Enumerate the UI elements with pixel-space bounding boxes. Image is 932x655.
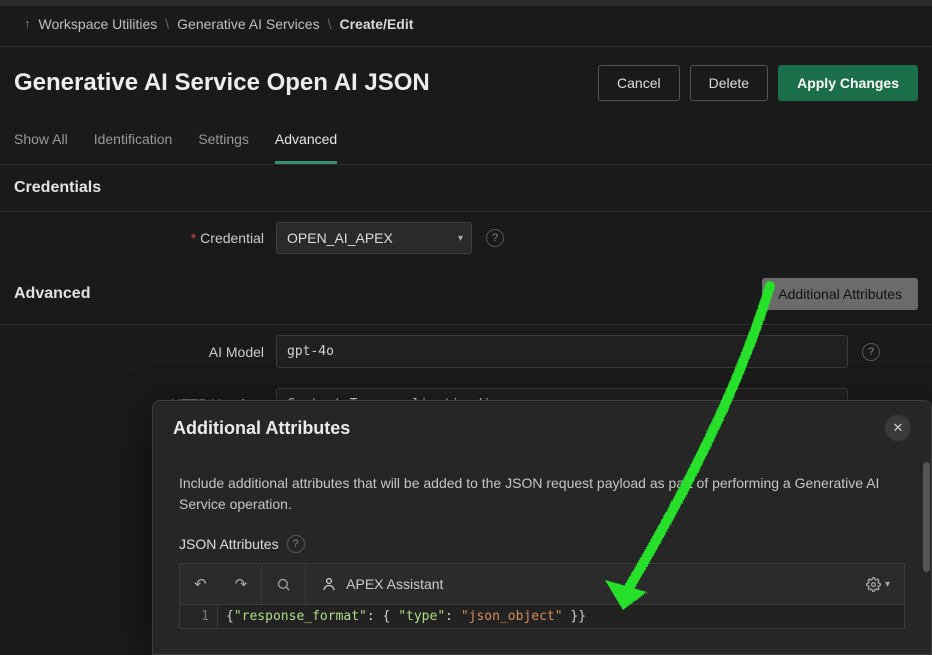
json-attributes-label: JSON Attributes bbox=[179, 536, 279, 552]
section-title-credentials: Credentials bbox=[14, 179, 101, 197]
editor-gutter: 1 bbox=[180, 605, 218, 628]
assistant-icon bbox=[320, 575, 338, 593]
ai-model-row: AI Model ? bbox=[0, 325, 932, 378]
tab-bar: Show All Identification Settings Advance… bbox=[0, 119, 932, 165]
breadcrumb-separator-icon: \ bbox=[165, 16, 169, 32]
tab-settings[interactable]: Settings bbox=[198, 119, 249, 164]
breadcrumb-generative-ai-services[interactable]: Generative AI Services bbox=[177, 16, 319, 32]
breadcrumb-create-edit: Create/Edit bbox=[339, 16, 413, 32]
scrollbar-thumb[interactable] bbox=[923, 462, 930, 572]
credential-value: OPEN_AI_APEX bbox=[287, 230, 393, 246]
additional-attributes-button[interactable]: Additional Attributes bbox=[762, 278, 918, 310]
section-title-advanced: Advanced bbox=[14, 285, 90, 303]
required-indicator-icon: * bbox=[191, 230, 196, 246]
gear-icon bbox=[866, 577, 881, 592]
up-arrow-icon[interactable]: ↑ bbox=[24, 16, 31, 31]
search-button[interactable] bbox=[262, 564, 305, 604]
delete-button[interactable]: Delete bbox=[690, 65, 768, 101]
json-attributes-label-row: JSON Attributes ? bbox=[179, 535, 905, 553]
json-attributes-editor[interactable]: 1 {"response_format": { "type": "json_ob… bbox=[179, 605, 905, 629]
dialog-body: Include additional attributes that will … bbox=[153, 451, 931, 629]
section-header-advanced: Advanced Additional Attributes bbox=[0, 264, 932, 325]
editor-settings-button[interactable]: ▾ bbox=[866, 577, 904, 592]
breadcrumb-separator-icon: \ bbox=[328, 16, 332, 32]
breadcrumb-workspace-utilities[interactable]: Workspace Utilities bbox=[39, 16, 158, 32]
tab-identification[interactable]: Identification bbox=[94, 119, 173, 164]
chevron-down-icon: ▾ bbox=[458, 233, 463, 244]
dialog-title: Additional Attributes bbox=[173, 418, 350, 439]
apex-assistant-label: APEX Assistant bbox=[346, 576, 443, 592]
header-actions: Cancel Delete Apply Changes bbox=[598, 65, 918, 101]
editor-line-1[interactable]: {"response_format": { "type": "json_obje… bbox=[218, 605, 594, 628]
close-button[interactable]: ✕ bbox=[885, 415, 911, 441]
redo-icon: ↷ bbox=[235, 575, 248, 593]
breadcrumb: ↑ Workspace Utilities \ Generative AI Se… bbox=[0, 6, 932, 47]
tab-show-all[interactable]: Show All bbox=[14, 119, 68, 164]
close-icon: ✕ bbox=[893, 420, 904, 436]
search-icon bbox=[276, 577, 291, 592]
dialog-header: Additional Attributes ✕ bbox=[153, 401, 931, 451]
credential-select[interactable]: OPEN_AI_APEX ▾ bbox=[276, 222, 472, 254]
page-header: Generative AI Service Open AI JSON Cance… bbox=[0, 47, 932, 119]
ai-model-input[interactable] bbox=[276, 335, 848, 368]
redo-button[interactable]: ↷ bbox=[221, 564, 262, 604]
credential-row: *Credential OPEN_AI_APEX ▾ ? bbox=[0, 212, 932, 264]
chevron-down-icon: ▾ bbox=[885, 579, 890, 590]
cancel-button[interactable]: Cancel bbox=[598, 65, 680, 101]
undo-button[interactable]: ↶ bbox=[180, 564, 221, 604]
additional-attributes-dialog: Additional Attributes ✕ Include addition… bbox=[152, 400, 932, 655]
dialog-description: Include additional attributes that will … bbox=[179, 473, 905, 515]
apex-assistant-button[interactable]: APEX Assistant bbox=[306, 575, 457, 593]
section-header-credentials: Credentials bbox=[0, 165, 932, 212]
apply-changes-button[interactable]: Apply Changes bbox=[778, 65, 918, 101]
help-icon[interactable]: ? bbox=[287, 535, 305, 553]
editor-toolbar: ↶ ↷ APEX Assistant ▾ bbox=[179, 563, 905, 605]
help-icon[interactable]: ? bbox=[862, 343, 880, 361]
tab-advanced[interactable]: Advanced bbox=[275, 119, 337, 164]
ai-model-label: AI Model bbox=[0, 344, 276, 360]
help-icon[interactable]: ? bbox=[486, 229, 504, 247]
credential-label: *Credential bbox=[0, 230, 276, 246]
page-title: Generative AI Service Open AI JSON bbox=[14, 69, 430, 97]
undo-icon: ↶ bbox=[194, 575, 207, 593]
